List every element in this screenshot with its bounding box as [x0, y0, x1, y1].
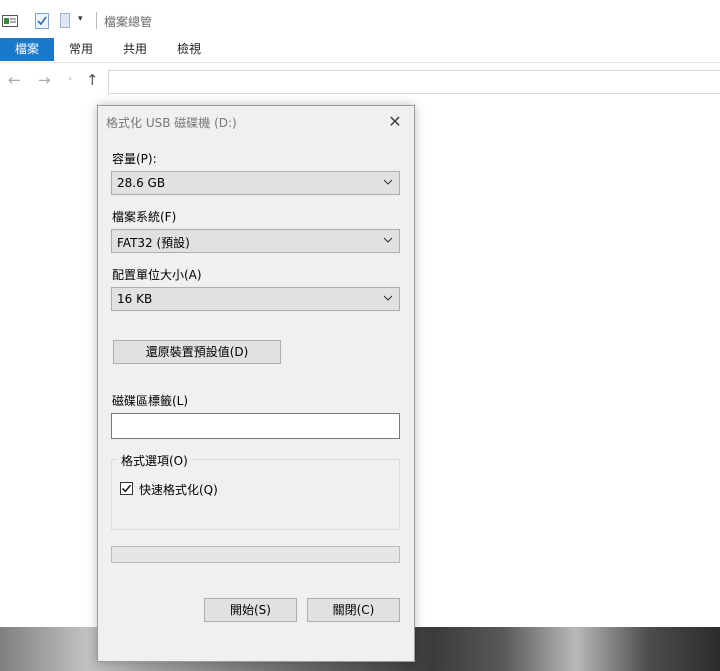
allocation-size-value: 16 KB	[117, 292, 153, 306]
volume-label-input[interactable]	[111, 413, 400, 439]
back-arrow-icon[interactable]: ←	[8, 72, 21, 88]
capacity-value: 28.6 GB	[117, 176, 166, 190]
capacity-dropdown[interactable]: 28.6 GB	[111, 171, 400, 195]
close-icon[interactable]: ✕	[380, 109, 410, 135]
tab-home[interactable]: 常用	[56, 38, 106, 61]
format-options-legend: 格式選項(O)	[118, 452, 191, 469]
close-button[interactable]: 關閉(C)	[307, 598, 400, 622]
filesystem-value: FAT32 (預設)	[117, 236, 190, 250]
capacity-label: 容量(P):	[112, 152, 157, 166]
quick-format-checkbox[interactable]	[120, 482, 133, 495]
tab-share[interactable]: 共用	[110, 38, 160, 61]
filesystem-label: 檔案系統(F)	[112, 210, 177, 224]
checkbox-quick-access-icon[interactable]	[35, 13, 51, 29]
format-options-group: 格式選項(O) 快速格式化(Q)	[111, 452, 400, 530]
chevron-down-icon	[384, 179, 392, 185]
up-arrow-icon[interactable]: ↑	[86, 72, 99, 88]
quick-format-label: 快速格式化(Q)	[139, 483, 218, 497]
chevron-down-icon	[384, 295, 392, 301]
volume-label-caption: 磁碟區標籤(L)	[112, 394, 189, 408]
properties-icon[interactable]	[2, 13, 18, 29]
start-button[interactable]: 開始(S)	[204, 598, 297, 622]
tab-view[interactable]: 檢視	[164, 38, 214, 61]
format-progress-bar	[111, 546, 400, 563]
allocation-size-dropdown[interactable]: 16 KB	[111, 287, 400, 311]
recent-locations-chevron-icon[interactable]: ˅	[68, 75, 73, 91]
customize-toolbar-icon[interactable]: ▾	[78, 14, 83, 24]
forward-arrow-icon[interactable]: →	[38, 72, 51, 88]
navigation-bar: ← → ˅ ↑	[0, 62, 720, 100]
window-title: 檔案總管	[104, 15, 153, 29]
new-folder-icon[interactable]	[58, 13, 74, 29]
allocation-size-label: 配置單位大小(A)	[112, 268, 202, 282]
filesystem-dropdown[interactable]: FAT32 (預設)	[111, 229, 400, 253]
format-dialog: 格式化 USB 磁碟機 (D:) ✕ 容量(P): 28.6 GB 檔案系統(F…	[97, 105, 415, 662]
tab-file[interactable]: 檔案	[0, 38, 54, 61]
chevron-down-icon	[384, 237, 392, 243]
dialog-title: 格式化 USB 磁碟機 (D:)	[106, 116, 237, 130]
titlebar-divider	[96, 12, 97, 29]
ribbon-tabs: 檔案 常用 共用 檢視	[0, 38, 720, 62]
address-bar[interactable]	[108, 70, 720, 94]
restore-defaults-button[interactable]: 還原裝置預設值(D)	[113, 340, 281, 364]
explorer-titlebar: ▾ 檔案總管	[0, 0, 720, 40]
